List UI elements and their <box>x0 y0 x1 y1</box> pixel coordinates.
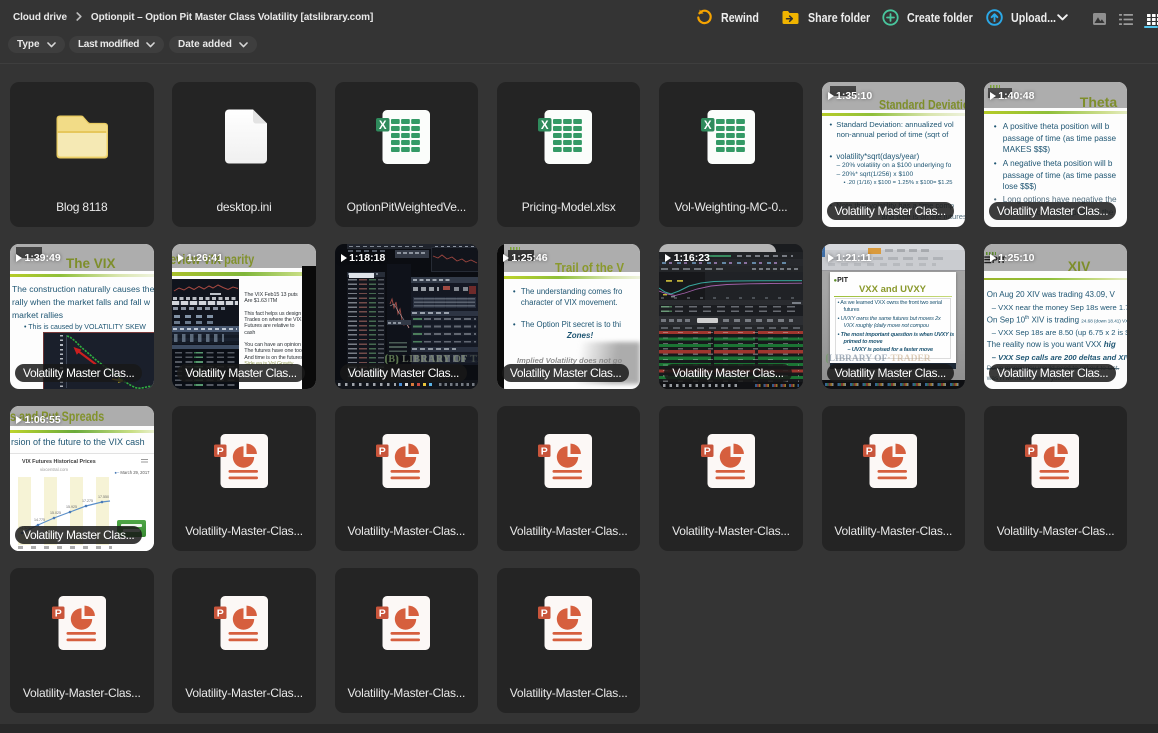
svg-text:17.275: 17.275 <box>82 499 93 503</box>
svg-text:15.025: 15.025 <box>50 511 61 515</box>
svg-text:14.775: 14.775 <box>34 518 45 522</box>
svg-text:15.925: 15.925 <box>66 505 77 509</box>
svg-text:17.550: 17.550 <box>98 495 109 499</box>
